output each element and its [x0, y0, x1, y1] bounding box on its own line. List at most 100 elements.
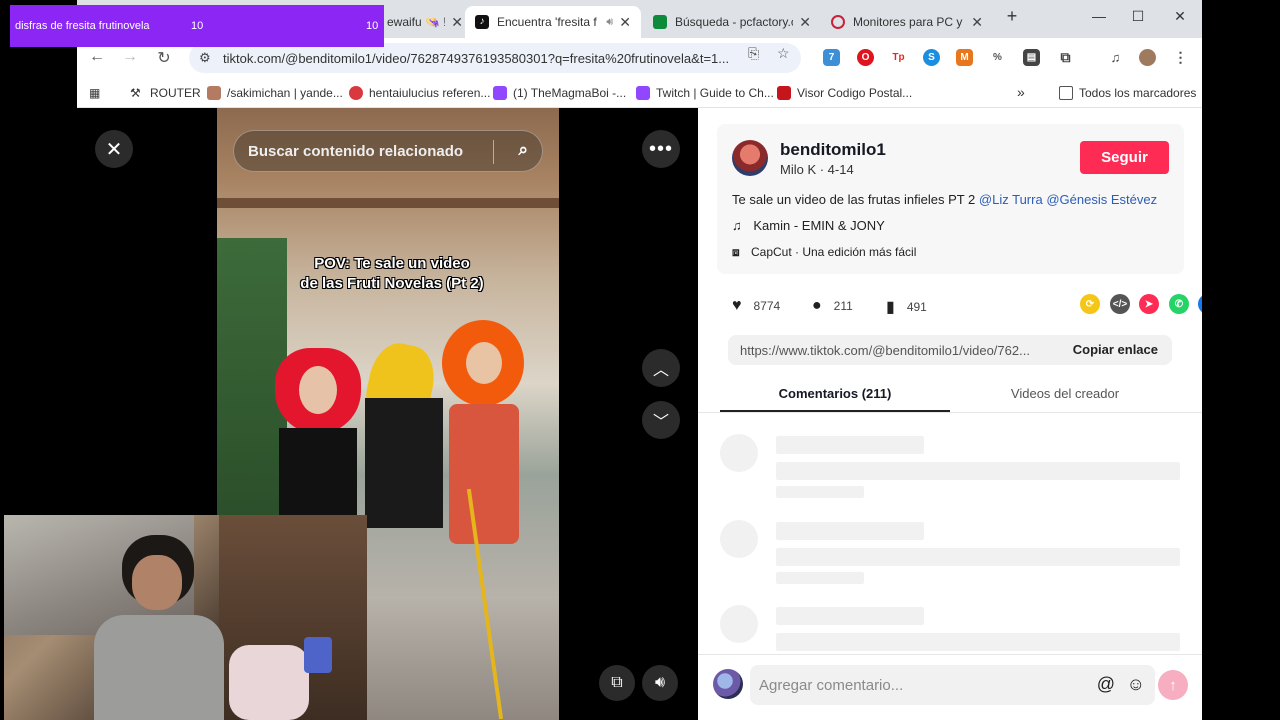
address-bar[interactable]: ⚙ tiktok.com/@benditomilo1/video/7628749…: [189, 43, 801, 73]
emoji-icon[interactable]: ☺: [1127, 674, 1145, 695]
extension-translate-icon[interactable]: 7: [823, 49, 840, 66]
like-stat[interactable]: ♥ 8774: [732, 297, 780, 315]
creator-username[interactable]: benditomilo1: [780, 140, 886, 160]
gray-shirt: [94, 615, 224, 720]
profile-avatar[interactable]: [1139, 49, 1156, 66]
apps-grid-icon[interactable]: ▦: [89, 86, 100, 100]
site-settings-icon[interactable]: ⚙: [199, 50, 211, 66]
chevron-up-icon[interactable]: ︿: [642, 349, 680, 387]
black-top: [279, 428, 357, 518]
close-icon[interactable]: ✕: [95, 130, 133, 168]
menu-kebab-icon[interactable]: ⋮: [1172, 49, 1189, 66]
tab-comments[interactable]: Comentarios (211): [720, 386, 950, 401]
more-bookmarks-icon[interactable]: »: [1017, 84, 1025, 100]
twitch-icon: [636, 86, 650, 100]
video-description: Te sale un video de las frutas infieles …: [732, 192, 1157, 207]
embed-icon[interactable]: </>: [1110, 294, 1130, 314]
speaker-icon[interactable]: 🔊︎: [606, 16, 613, 29]
ceiling-beam: [217, 198, 559, 208]
minimize-icon[interactable]: —: [1089, 8, 1109, 24]
facebook-icon[interactable]: f: [1198, 294, 1202, 314]
extension-screen-icon[interactable]: ▤: [1023, 49, 1040, 66]
capcut-row[interactable]: ⧈ CapCut · Una edición más fácil: [732, 245, 916, 260]
correos-icon: [777, 86, 791, 100]
comment-skeleton-line: [776, 462, 1180, 480]
tab-creator-videos[interactable]: Videos del creador: [950, 386, 1180, 401]
extension-shazam-icon[interactable]: S: [923, 49, 940, 66]
repost-icon[interactable]: ⟳: [1080, 294, 1100, 314]
send-comment-button[interactable]: ↑: [1158, 670, 1188, 700]
caption-line: POV: Te sale un video: [314, 255, 470, 272]
copy-link-button[interactable]: Copiar enlace: [1073, 342, 1158, 357]
yandere-icon: [207, 86, 221, 100]
tab-pcfactory[interactable]: Búsqueda - pcfactory.c ✕: [643, 6, 821, 38]
new-tab-icon[interactable]: +: [1002, 6, 1022, 27]
comment-skeleton-line: [776, 522, 924, 540]
close-icon[interactable]: ✕: [619, 14, 631, 31]
bookmark-item[interactable]: (1) TheMagmaBoi -...: [493, 86, 626, 100]
close-icon[interactable]: ✕: [799, 14, 811, 31]
divider: [698, 412, 1202, 413]
follow-button[interactable]: Seguir: [1080, 141, 1169, 174]
extension-metamask-icon[interactable]: M: [956, 49, 973, 66]
tab-title: Monitores para PC y G: [853, 15, 966, 29]
bookmark-label: hentaiulucius referen...: [369, 86, 491, 100]
reload-icon[interactable]: ↻: [154, 48, 174, 68]
bookmark-item[interactable]: /sakimichan | yande...: [207, 86, 343, 100]
face: [466, 342, 502, 384]
tiktok-icon: ♪: [475, 15, 489, 29]
tab-ewaifu[interactable]: ewaifu 👒 ! ✕: [377, 6, 473, 38]
close-icon[interactable]: ✕: [971, 14, 983, 31]
bookmark-label: /sakimichan | yande...: [227, 86, 343, 100]
bookmark-item[interactable]: Twitch | Guide to Ch...: [636, 86, 774, 100]
extension-opera-icon[interactable]: O: [857, 49, 874, 66]
caption-line: de las Fruti Novelas (Pt 2): [300, 275, 484, 292]
comment-input[interactable]: Agregar comentario... @ ☺: [750, 665, 1155, 705]
black-shirt: [365, 398, 443, 528]
capcut-icon: ⧈: [732, 245, 740, 259]
creator-avatar[interactable]: [732, 140, 768, 176]
extension-tp-icon[interactable]: Tp: [890, 49, 907, 66]
bookmark-item[interactable]: Visor Codigo Postal...: [777, 86, 912, 100]
search-icon[interactable]: ⌕: [518, 140, 528, 160]
bookmark-star-icon[interactable]: ☆: [777, 45, 790, 62]
overlay-count: 10: [191, 20, 204, 32]
mention-link[interactable]: @Génesis Estévez: [1046, 192, 1157, 207]
blue-cup: [304, 637, 332, 673]
bookmark-item[interactable]: hentaiulucius referen...: [349, 86, 490, 100]
chevron-down-icon[interactable]: ﹀: [642, 401, 680, 439]
comment-stat[interactable]: ● 211: [812, 297, 853, 315]
picture-in-picture-icon[interactable]: ⧉: [599, 665, 635, 701]
tab-tiktok[interactable]: ♪ Encuentra 'fresita f 🔊︎ ✕: [465, 6, 641, 38]
comment-skeleton-avatar: [720, 520, 758, 558]
music-row[interactable]: ♫ Kamin - EMIN & JONY: [732, 218, 885, 233]
maximize-icon[interactable]: ☐: [1128, 8, 1148, 25]
back-icon[interactable]: ←: [87, 48, 107, 66]
volume-icon[interactable]: 🔊︎: [642, 665, 678, 701]
whatsapp-icon[interactable]: ✆: [1169, 294, 1189, 314]
bookmark-item[interactable]: ⚒ ROUTER: [130, 86, 201, 100]
description-text: Te sale un video de las frutas infieles …: [732, 192, 976, 207]
more-options-icon[interactable]: •••: [642, 130, 680, 168]
extension-link-icon[interactable]: %: [989, 49, 1006, 66]
forward-icon[interactable]: →: [120, 48, 140, 66]
close-icon[interactable]: ✕: [451, 14, 463, 31]
save-stat[interactable]: ▮ 491: [886, 297, 927, 317]
media-control-icon[interactable]: ♫: [1107, 49, 1124, 66]
extensions-puzzle-icon[interactable]: ⧉: [1057, 49, 1074, 66]
tab-title: ewaifu 👒 !: [387, 15, 446, 29]
mention-at-icon[interactable]: @: [1097, 674, 1115, 695]
mention-link[interactable]: @Liz Turra: [979, 192, 1043, 207]
window-close-icon[interactable]: ✕: [1170, 8, 1190, 25]
video-search-bar[interactable]: Buscar contenido relacionado ⌕: [233, 130, 543, 172]
bookmark-label: Visor Codigo Postal...: [797, 86, 913, 100]
send-icon[interactable]: ➤: [1139, 294, 1159, 314]
shop-icon: [831, 15, 845, 29]
install-app-icon[interactable]: ⎘: [748, 45, 759, 62]
tab-monitores[interactable]: Monitores para PC y G ✕: [821, 6, 993, 38]
face: [132, 555, 182, 610]
bookmark-label: (1) TheMagmaBoi -...: [513, 86, 627, 100]
all-bookmarks-folder[interactable]: Todos los marcadores: [1059, 86, 1196, 100]
overlay-count: 10: [366, 20, 379, 32]
bookmarks-bar: ▦ ⚒ ROUTER /sakimichan | yande... hentai…: [77, 78, 1202, 108]
